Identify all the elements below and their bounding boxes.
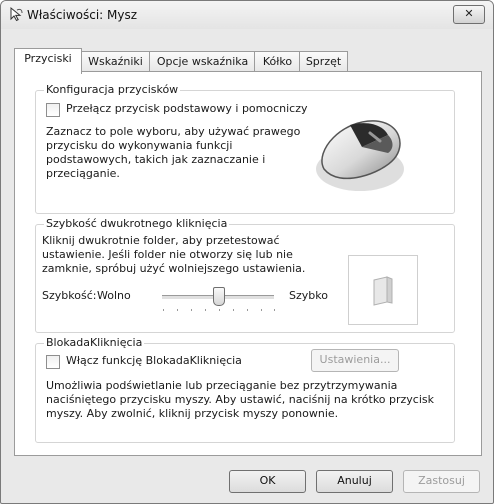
slider-tick	[205, 309, 206, 311]
button-configuration-group: Konfiguracja przycisków Przełącz przycis…	[35, 83, 455, 214]
clicklock-settings-button[interactable]: Ustawienia...	[311, 349, 399, 372]
group-label: BlokadaKliknięcia	[44, 336, 145, 349]
switch-buttons-checkbox[interactable]	[46, 103, 60, 117]
switch-buttons-description: Zaznacz to pole wyboru, aby używać prawe…	[46, 125, 301, 180]
slow-label: Wolno	[97, 289, 131, 302]
slider-tick	[247, 309, 248, 311]
tab-hardware[interactable]: Sprzęt	[299, 51, 348, 72]
mouse-icon	[316, 120, 404, 191]
mouse-pointer-icon	[10, 6, 23, 22]
clicklock-checkbox[interactable]	[46, 355, 60, 369]
slider-thumb[interactable]	[213, 287, 225, 306]
slider-tick	[177, 309, 178, 311]
clicklock-label[interactable]: Włącz funkcję BlokadaKliknięcia	[66, 354, 242, 368]
slider-tick	[233, 309, 234, 311]
slider-tick	[274, 309, 275, 311]
slider-tick	[261, 309, 262, 311]
clicklock-description: Umożliwia podświetlanie lub przeciąganie…	[46, 379, 435, 420]
speed-label: Szybkość:	[42, 289, 97, 302]
test-area[interactable]	[348, 255, 418, 325]
double-click-speed-group: Szybkość dwukrotnego kliknięcia Kliknij …	[35, 217, 455, 333]
close-icon: ✕	[464, 7, 474, 20]
cancel-button[interactable]: Anuluj	[316, 470, 393, 493]
slider-tick	[219, 309, 220, 311]
slider-tick	[191, 309, 192, 311]
double-click-description: Kliknij dwukrotnie folder, aby przetesto…	[42, 234, 306, 275]
switch-buttons-label[interactable]: Przełącz przycisk podstawowy i pomocnicz…	[66, 102, 308, 116]
group-label: Konfiguracja przycisków	[44, 83, 181, 96]
ok-button[interactable]: OK	[229, 470, 306, 493]
tab-wheel[interactable]: Kółko	[254, 51, 301, 72]
fast-label: Szybko	[289, 289, 328, 302]
window-title: Właściwości: Mysz	[27, 8, 138, 22]
close-button[interactable]: ✕	[453, 5, 485, 24]
title-bar[interactable]: Właściwości: Mysz ✕	[1, 1, 493, 29]
folder-icon	[373, 276, 393, 306]
slider-tick	[163, 309, 164, 311]
mouse-properties-window: Właściwości: Mysz ✕ Przyciski Wskaźniki …	[0, 0, 494, 504]
group-label: Szybkość dwukrotnego kliknięcia	[44, 217, 230, 230]
tab-panel-buttons: Konfiguracja przycisków Przełącz przycis…	[14, 71, 482, 456]
clicklock-group: BlokadaKliknięcia Włącz funkcję BlokadaK…	[35, 336, 455, 443]
tab-pointers[interactable]: Wskaźniki	[80, 51, 151, 72]
tab-pointer-options[interactable]: Opcje wskaźnika	[149, 51, 256, 72]
apply-button[interactable]: Zastosuj	[403, 470, 480, 493]
tab-buttons[interactable]: Przyciski	[14, 48, 82, 74]
